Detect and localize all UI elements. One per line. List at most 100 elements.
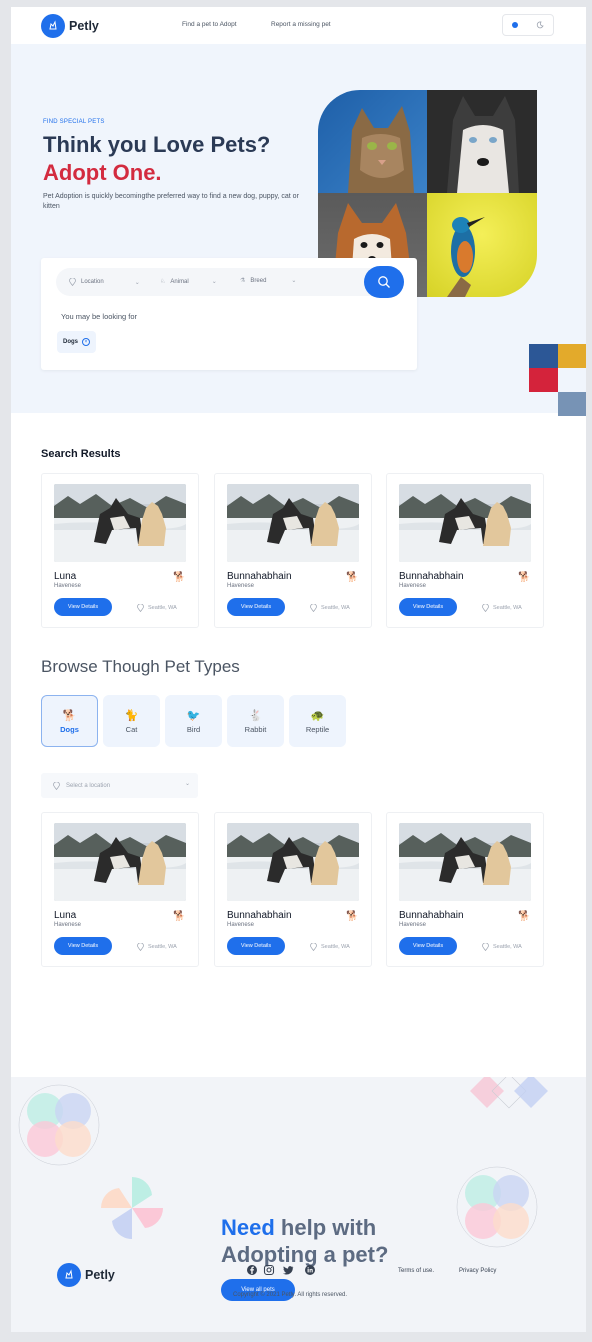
pet-card[interactable]: Luna Havenese 🐕 View Details Seattle, WA [41, 473, 199, 628]
search-icon [378, 276, 390, 288]
cat-icon: 🐈 [124, 709, 139, 722]
pet-photo [54, 823, 186, 901]
paw-icon [57, 1263, 81, 1287]
pet-location-text: Seattle, WA [493, 944, 522, 950]
help-heading-rest: help with [280, 1215, 377, 1240]
linkedin-icon[interactable] [304, 1264, 316, 1276]
chevron-down-icon: ⌄ [211, 279, 217, 285]
location-pin-icon [137, 943, 144, 951]
pet-type-bird[interactable]: 🐦 Bird [165, 695, 222, 747]
terms-link[interactable]: Terms of use. [398, 1268, 434, 1274]
pet-name: Bunnahabhain [227, 571, 292, 582]
theme-toggle[interactable] [502, 14, 554, 36]
husky-photo [427, 90, 537, 193]
view-details-button[interactable]: View Details [227, 937, 285, 955]
decorative-flower-right [456, 1166, 538, 1248]
pet-type-dogs[interactable]: 🐕 Dogs [41, 695, 98, 747]
view-details-button[interactable]: View Details [399, 937, 457, 955]
pet-location: Seattle, WA [482, 604, 522, 612]
pet-card[interactable]: Bunnahabhain Havenese 🐕 View Details Seattle… [214, 473, 372, 628]
decorative-flower-left [18, 1084, 100, 1166]
pet-location: Seattle, WA [482, 943, 522, 951]
footer-logo[interactable]: Petly [57, 1263, 115, 1287]
logo[interactable]: Petly [41, 14, 99, 38]
rabbit-icon: 🐇 [248, 709, 263, 722]
animal-icon: ♘ [160, 279, 166, 285]
dog-icon: 🐕 [518, 911, 531, 922]
hero-description: Pet Adoption is quickly becomingthe pref… [43, 193, 299, 210]
location-select[interactable]: Select a location ⌄ [41, 773, 198, 798]
pet-photo [227, 484, 359, 562]
location-select-placeholder: Select a location [66, 782, 111, 789]
page: Petly Find a pet to Adopt Report a missi… [11, 7, 586, 1332]
animal-dropdown[interactable]: ♘ Animal ⌄ [160, 278, 217, 286]
copyright: Copyright © 2021 Petly. All rights reser… [233, 1292, 348, 1298]
light-mode-icon[interactable] [512, 22, 518, 28]
pet-breed: Havenese [399, 583, 427, 589]
chevron-down-icon: ⌄ [291, 278, 297, 284]
suggestion-chip[interactable]: Dogs × [57, 331, 96, 353]
pet-photo [54, 484, 186, 562]
reptile-icon: 🐢 [310, 709, 325, 722]
pet-card[interactable]: Luna Havenese 🐕 View Details Seattle, WA [41, 812, 199, 967]
instagram-icon[interactable] [263, 1264, 275, 1276]
chip-label: Dogs [63, 339, 78, 345]
privacy-link[interactable]: Privacy Policy [459, 1268, 496, 1274]
cat-photo [318, 90, 427, 193]
nav-find-pet[interactable]: Find a pet to Adopt [182, 21, 237, 28]
kingfisher-photo [427, 193, 537, 297]
chevron-down-icon: ⌄ [134, 279, 140, 286]
pet-card[interactable]: Bunnahabhain Havenese 🐕 View Details Seattle… [386, 473, 544, 628]
view-details-button[interactable]: View Details [227, 598, 285, 616]
dog-icon: 🐕 [346, 911, 359, 922]
pet-breed: Havenese [227, 922, 255, 928]
dog-icon: 🐕 [173, 572, 186, 583]
location-pin-icon [310, 943, 317, 951]
pet-type-reptile[interactable]: 🐢 Reptile [289, 695, 346, 747]
pet-card[interactable]: Bunnahabhain Havenese 🐕 View Details Seattle… [214, 812, 372, 967]
twitter-icon[interactable] [282, 1264, 294, 1276]
search-button[interactable] [364, 266, 404, 298]
browse-title: Browse Though Pet Types [41, 657, 240, 676]
animal-label: Animal [170, 278, 189, 285]
nav-report-missing[interactable]: Report a missing pet [271, 21, 331, 28]
help-heading-accent: Need [221, 1215, 275, 1240]
dark-mode-icon[interactable] [536, 21, 544, 29]
pet-location-text: Seattle, WA [321, 944, 350, 950]
dog-icon: 🐕 [346, 572, 359, 583]
hero-title: Think you Love Pets? [43, 132, 271, 157]
pet-location-text: Seattle, WA [493, 605, 522, 611]
view-details-button[interactable]: View Details [54, 598, 112, 616]
search-results-title: Search Results [41, 448, 121, 460]
pet-type-cat[interactable]: 🐈 Cat [103, 695, 160, 747]
location-label: Location [81, 279, 104, 285]
pet-breed: Havenese [227, 583, 255, 589]
pet-location: Seattle, WA [310, 943, 350, 951]
decorative-diamonds [470, 1077, 548, 1109]
logo-text: Petly [69, 19, 99, 33]
pet-location-text: Seattle, WA [321, 605, 350, 611]
paw-icon [41, 14, 65, 38]
location-pin-icon [482, 943, 489, 951]
top-nav: Petly Find a pet to Adopt Report a missi… [11, 7, 586, 44]
hero-eyebrow: FIND SPECIAL PETS [43, 119, 105, 125]
footer-logo-text: Petly [85, 1268, 115, 1282]
looking-for-label: You may be looking for [61, 312, 138, 321]
pet-card[interactable]: Bunnahabhain Havenese 🐕 View Details Seattle… [386, 812, 544, 967]
location-pin-icon [53, 781, 60, 790]
pet-name: Bunnahabhain [399, 910, 464, 921]
close-icon[interactable]: × [82, 338, 90, 346]
facebook-icon[interactable] [246, 1264, 258, 1276]
view-details-button[interactable]: View Details [54, 937, 112, 955]
breed-dropdown[interactable]: ⚗ Breed ⌄ [240, 277, 297, 285]
location-pin-icon [482, 604, 489, 612]
breed-label: Breed [250, 277, 267, 284]
pet-type-rabbit[interactable]: 🐇 Rabbit [227, 695, 284, 747]
bird-icon: 🐦 [186, 709, 201, 722]
hero-title-accent: Adopt One. [43, 160, 162, 185]
view-details-button[interactable]: View Details [399, 598, 457, 616]
location-dropdown[interactable]: Location ⌄ [69, 278, 140, 286]
pet-photo [227, 823, 359, 901]
pet-name: Bunnahabhain [399, 571, 464, 582]
search-card: Location ⌄ ♘ Animal ⌄ ⚗ Breed ⌄ You may … [41, 258, 417, 370]
